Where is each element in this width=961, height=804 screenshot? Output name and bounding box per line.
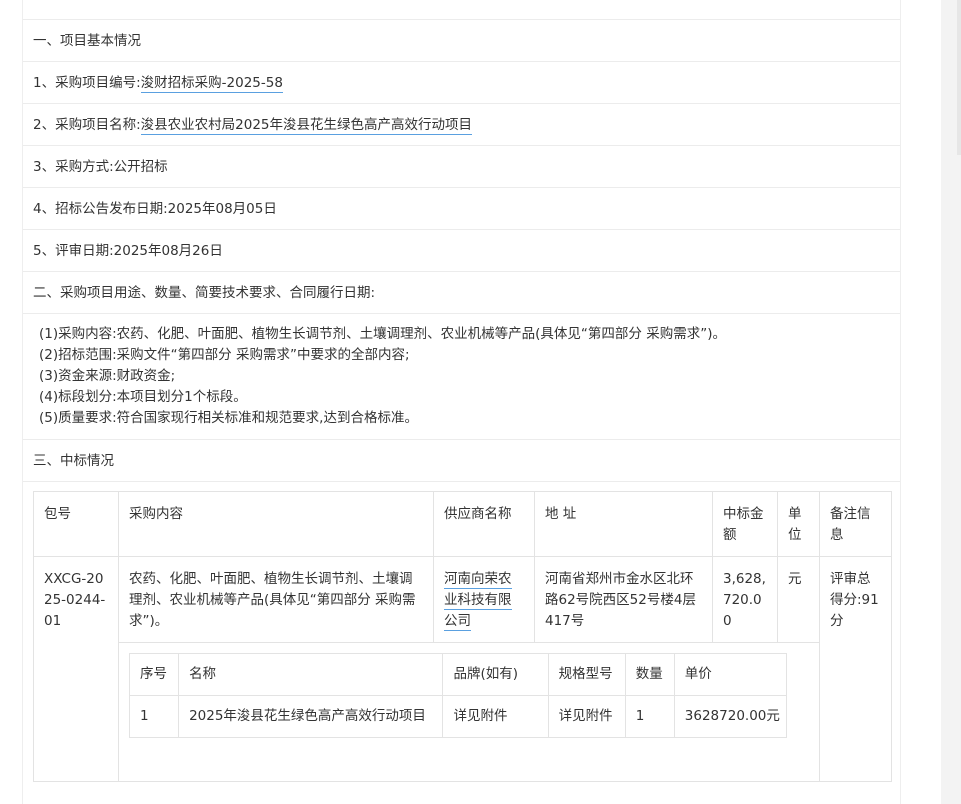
- header-package: 包号: [33, 491, 119, 557]
- items-container: 序号 名称 品牌(如有) 规格型号 数量 单价 1 2025年浚县花生绿色高产高…: [118, 642, 820, 782]
- remark-cell: 评审总得分:91分: [819, 556, 892, 782]
- header-supplier: 供应商名称: [433, 491, 535, 557]
- announcement-document: 一、项目基本情况 1、采购项目编号:浚财招标采购-2025-58 2、采购项目名…: [22, 0, 901, 804]
- award-header-row: 包号 采购内容 供应商名称 地 址 中标金额 单位 备注信息: [33, 491, 892, 557]
- header-address: 地 址: [534, 491, 713, 557]
- amount-cell: 3,628,720.00: [712, 556, 778, 643]
- package-cell: XXCG-2025-0244-01: [33, 556, 119, 782]
- project-name-link[interactable]: 浚县农业农村局2025年浚县花生绿色高产高效行动项目: [140, 117, 472, 135]
- announce-date-row: 4、招标公告发布日期:2025年08月05日: [23, 187, 900, 229]
- requirement-line: (2)招标范围:采购文件“第四部分 采购需求”中要求的全部内容;: [39, 347, 410, 363]
- items-header-brand: 品牌(如有): [442, 653, 549, 696]
- requirement-line: (5)质量要求:符合国家现行相关标准和规范要求,达到合格标准。: [39, 410, 418, 426]
- unit-cell: 元: [777, 556, 820, 643]
- header-content: 采购内容: [118, 491, 434, 557]
- item-price: 3628720.00元: [673, 695, 788, 738]
- items-header-qty: 数量: [624, 653, 675, 696]
- items-row-1: 1 2025年浚县花生绿色高产高效行动项目 详见附件 详见附件 1 362872…: [128, 695, 788, 738]
- header-remark: 备注信息: [819, 491, 892, 557]
- supplier-cell: 河南向荣农业科技有限公司: [433, 556, 535, 643]
- requirement-line: (3)资金来源:财政资金;: [39, 368, 176, 384]
- item-no: 1: [128, 695, 180, 738]
- project-name-row: 2、采购项目名称:浚县农业农村局2025年浚县花生绿色高产高效行动项目: [23, 103, 900, 145]
- award-table: 包号 采购内容 供应商名称 地 址 中标金额 单位 备注信息 XXCG-2025…: [33, 491, 892, 782]
- section-title: 一、项目基本情况: [33, 33, 141, 49]
- project-number-label: 1、采购项目编号:: [33, 75, 141, 91]
- project-number-row: 1、采购项目编号:浚财招标采购-2025-58: [23, 61, 900, 103]
- items-row: 序号 名称 品牌(如有) 规格型号 数量 单价 1 2025年浚县花生绿色高产高…: [34, 642, 892, 782]
- item-qty: 1: [624, 695, 675, 738]
- section-award-title: 三、中标情况: [23, 439, 900, 481]
- procurement-method-row: 3、采购方式:公开招标: [23, 145, 900, 187]
- project-name-label: 2、采购项目名称:: [33, 117, 141, 133]
- award-row: XXCG-2025-0244-01 农药、化肥、叶面肥、植物生长调节剂、土壤调理…: [33, 556, 892, 782]
- items-table: 序号 名称 品牌(如有) 规格型号 数量 单价 1 2025年浚县花生绿色高产高…: [128, 653, 788, 738]
- header-amount: 中标金额: [712, 491, 778, 557]
- content-cell: 农药、化肥、叶面肥、植物生长调节剂、土壤调理剂、农业机械等产品(具体见“第四部分…: [118, 556, 434, 643]
- items-header-row: 序号 名称 品牌(如有) 规格型号 数量 单价: [128, 653, 788, 696]
- divider: [23, 481, 900, 482]
- announce-date: 4、招标公告发布日期:2025年08月05日: [33, 201, 277, 217]
- items-header-model: 规格型号: [547, 653, 626, 696]
- items-header-no: 序号: [128, 653, 180, 696]
- review-date: 5、评审日期:2025年08月26日: [33, 243, 223, 259]
- review-date-row: 5、评审日期:2025年08月26日: [23, 229, 900, 271]
- section-title: 二、采购项目用途、数量、简要技术要求、合同履行日期:: [33, 285, 376, 301]
- items-header-name: 名称: [178, 653, 444, 696]
- page-scrollbar-thumb[interactable]: [957, 0, 961, 155]
- item-model: 详见附件: [547, 695, 626, 738]
- header-unit: 单位: [777, 491, 820, 557]
- address-cell: 河南省郑州市金水区北环路62号院西区52号楼4层417号: [534, 556, 713, 643]
- procurement-method: 3、采购方式:公开招标: [33, 159, 168, 175]
- requirements-block: (1)采购内容:农药、化肥、叶面肥、植物生长调节剂、土壤调理剂、农业机械等产品(…: [23, 313, 900, 439]
- item-brand: 详见附件: [442, 695, 549, 738]
- requirement-line: (4)标段划分:本项目划分1个标段。: [39, 389, 247, 405]
- requirement-line: (1)采购内容:农药、化肥、叶面肥、植物生长调节剂、土壤调理剂、农业机械等产品(…: [39, 326, 726, 342]
- project-number-link[interactable]: 浚财招标采购-2025-58: [140, 75, 283, 93]
- items-header-price: 单价: [673, 653, 788, 696]
- section-basic-info-title: 一、项目基本情况: [23, 19, 900, 61]
- section-title: 三、中标情况: [33, 453, 114, 469]
- section-requirements-title: 二、采购项目用途、数量、简要技术要求、合同履行日期:: [23, 271, 900, 313]
- supplier-link[interactable]: 河南向荣农业科技有限公司: [444, 571, 512, 631]
- item-name: 2025年浚县花生绿色高产高效行动项目: [178, 695, 444, 738]
